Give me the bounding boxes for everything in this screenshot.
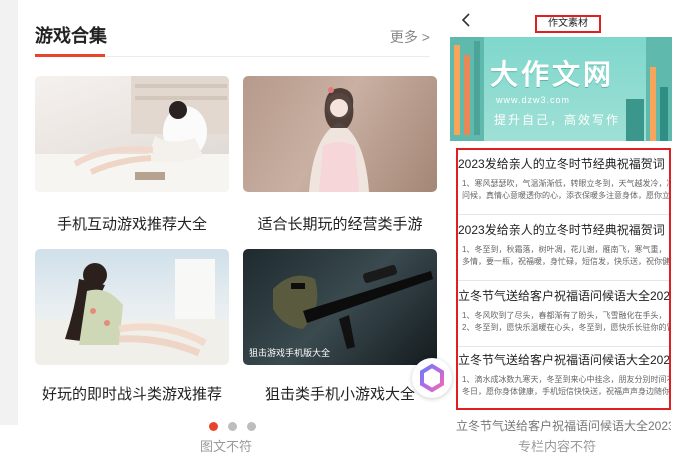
section-header: 游戏合集 更多 >: [35, 22, 430, 57]
banner-url: www.dzw3.com: [496, 95, 571, 105]
article-title: 立冬节气送给客户祝福语问候语大全2023: [458, 353, 671, 367]
item-divider: [458, 280, 669, 281]
card-image-caption-text: 狙击游戏手机版大全: [249, 349, 331, 359]
article-snippet-2: 2、冬至到，愿快乐温暖在心头，冬至到，愿快乐长驻你的冒头，好运将追你的门: [462, 323, 671, 332]
card-caption-3: 好玩的即时战斗类游戏推荐: [41, 386, 222, 403]
more-link[interactable]: 更多 >: [390, 27, 430, 47]
reclining-girl-photo: [35, 76, 229, 192]
card-image-1: [35, 76, 229, 192]
card-image-4: 狙击游戏手机版大全: [243, 249, 437, 365]
floating-app-button[interactable]: [412, 358, 452, 398]
article-item-1[interactable]: 2023发给亲人的立冬时节经典祝福贺词 1、寒风瑟瑟吹，气温渐渐低，转眼立冬到，…: [458, 156, 671, 215]
item-divider: [458, 214, 669, 215]
left-edge-bar: [0, 0, 18, 425]
carousel-pagination: [209, 418, 266, 431]
left-caption-label: 图文不符: [200, 439, 253, 454]
article-snippet-2: 冬日，愿你身体健康，手机短信快快送，祝福声声身边随你: [462, 387, 670, 396]
pagination-dot-1[interactable]: [209, 422, 218, 431]
game-card-3[interactable]: 好玩的即时战斗类游戏推荐: [35, 249, 229, 403]
card-caption-2: 适合长期玩的经营类手游: [257, 216, 423, 233]
hexagon-logo-icon: [420, 363, 444, 393]
card-image-2: [243, 76, 437, 192]
article-title: 2023发给亲人的立冬时节经典祝福贺词: [458, 157, 665, 171]
hanfu-girl-photo: [309, 87, 369, 192]
article-snippet: 1、冬风吹到了尽头，春都渐有了盼头，飞雪融化在手头，: [462, 311, 667, 320]
banner-title: 大作文网: [490, 59, 615, 90]
article-item-2[interactable]: 2023发给亲人的立冬时节经典祝福贺词 1、冬至到，秋霜落，树叶凋，花儿谢，雁南…: [458, 222, 671, 281]
banner-slogan: 提升自己，高效写作: [494, 113, 621, 127]
article-title: 立冬节气送给客户祝福语问候语大全2023: [458, 289, 671, 303]
item-divider: [458, 346, 669, 347]
article-item-4[interactable]: 立冬节气送给客户祝福语问候语大全2023 1、滴水成冰数九寒天，冬至到来心中挂念…: [458, 352, 669, 398]
section-title: 游戏合集: [35, 26, 107, 46]
article-item-3[interactable]: 立冬节气送给客户祝福语问候语大全2023 1、冬风吹到了尽头，春都渐有了盼头，飞…: [458, 288, 671, 347]
game-card-4[interactable]: 狙击游戏手机版大全 狙击类手机小游戏大全: [243, 249, 437, 403]
article-snippet-2: 多情，要一瓶，祝福暖，身忙碌，短信发，快乐送，祝你健康快: [462, 257, 671, 266]
article-snippet: 1、冬至到，秋霜落，树叶凋，花儿谢，雁南飞，寒气重，: [462, 245, 667, 254]
article-snippet-2: 问候，真情心意暖透你的心，添衣保暖多注意身体，愿你立冬，幸福乐: [462, 191, 670, 200]
chevron-left-icon[interactable]: [460, 12, 472, 33]
article-snippet: 1、滴水成冰数九寒天，冬至到来心中挂念，朋友分别时间不: [462, 375, 671, 384]
article-title: 2023发给亲人的立冬时节经典祝福贺词: [458, 223, 665, 237]
article-list-highlight: 2023发给亲人的立冬时节经典祝福贺词 1、寒风瑟瑟吹，气温渐渐低，转眼立冬到，…: [456, 148, 671, 410]
pagination-dot-2[interactable]: [228, 422, 237, 431]
nav-title: 作文素材: [535, 15, 601, 33]
pagination-dot-3[interactable]: [247, 422, 256, 431]
game-card-2[interactable]: 适合长期玩的经营类手游: [243, 76, 437, 233]
game-card-1[interactable]: 手机互动游戏推荐大全: [35, 76, 229, 233]
article-snippet: 1、寒风瑟瑟吹，气温渐渐低，转眼立冬到，天气越发冷，冷空气: [462, 179, 671, 188]
game-collection-panel: 游戏合集 更多 > 手机互动游戏推荐大全 适合长期玩的经营类手游 好玩的即时战斗…: [0, 0, 452, 431]
section-title-underline: [35, 54, 105, 57]
right-caption-label: 专栏内容不符: [518, 439, 597, 454]
card-caption-4: 狙击类手机小游戏大全: [264, 386, 415, 403]
article-list-panel: 作文素材 大作文网 www.dzw3.com 提升自己，高效写作 2023发给亲…: [450, 0, 700, 430]
sitting-girl-photo: [35, 259, 229, 365]
promo-banner[interactable]: 大作文网 www.dzw3.com 提升自己，高效写作: [450, 37, 672, 141]
next-article-title[interactable]: 立冬节气送给客户祝福语问候语大全2023: [456, 417, 671, 434]
card-image-3: [35, 249, 229, 365]
card-caption-1: 手机互动游戏推荐大全: [56, 216, 207, 233]
